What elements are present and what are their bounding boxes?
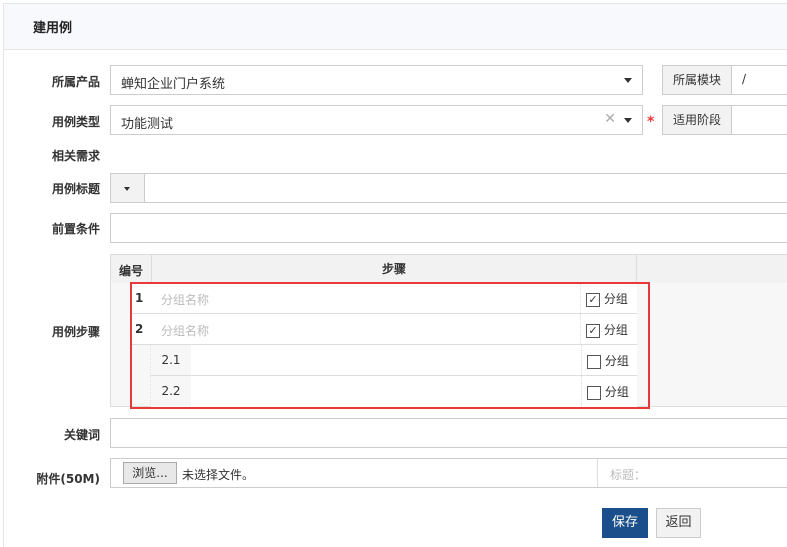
title-color-dropdown[interactable]	[110, 173, 145, 203]
module-select[interactable]: /	[731, 65, 787, 95]
story-label: 相关需求	[51, 149, 100, 163]
attachment-row: 浏览... 未选择文件。 标题：	[110, 458, 787, 488]
chevron-down-icon	[624, 78, 632, 83]
steps-header: 编号 步骤	[110, 254, 787, 284]
page-title: 建用例	[33, 21, 73, 36]
back-button[interactable]: 返回	[656, 508, 701, 538]
precondition-label: 前置条件	[51, 222, 100, 236]
chevron-down-icon	[124, 187, 130, 191]
stage-select[interactable]	[731, 105, 787, 135]
highlight-box	[130, 282, 650, 409]
type-label: 用例类型	[51, 115, 100, 129]
save-button[interactable]: 保存	[602, 508, 648, 538]
stage-label: 适用阶段	[662, 105, 732, 135]
page-header	[4, 4, 787, 50]
precondition-input[interactable]	[110, 213, 787, 243]
keywords-label: 关键词	[63, 428, 100, 442]
module-label: 所属模块	[662, 65, 732, 95]
col-step: 步骤	[151, 255, 637, 283]
case-title-label: 用例标题	[51, 182, 100, 196]
col-num: 编号	[119, 264, 144, 278]
clear-icon[interactable]: ✕	[604, 111, 616, 127]
browse-button[interactable]: 浏览...	[123, 462, 177, 484]
type-value: 功能测试	[121, 117, 174, 132]
required-mark: *	[647, 114, 655, 130]
product-select[interactable]: 蝉知企业门户系统	[110, 65, 643, 95]
steps-label: 用例步骤	[51, 325, 100, 339]
attachment-title-input[interactable]: 标题：	[597, 459, 787, 487]
no-file-text: 未选择文件。	[182, 468, 255, 482]
keywords-input[interactable]	[110, 418, 787, 448]
case-title-input[interactable]	[144, 173, 787, 203]
chevron-down-icon	[624, 118, 632, 123]
type-select[interactable]: 功能测试 ✕	[110, 105, 643, 135]
product-label: 所属产品	[51, 75, 100, 89]
attachment-label: 附件(50M)	[36, 472, 100, 486]
product-value: 蝉知企业门户系统	[121, 77, 226, 92]
module-value: /	[742, 72, 747, 86]
